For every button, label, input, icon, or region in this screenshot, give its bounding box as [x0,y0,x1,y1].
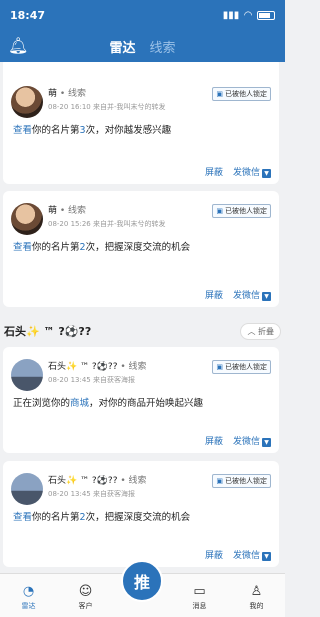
status-icons: ▮▮▮ ◠ [223,10,275,21]
lead-kind: • 线索 [120,476,147,486]
lead-card[interactable]: 石头✨ ™ ?⚽?? • 线索 08-20 13:45 来自获客海报 ▣ 已被他人… [3,461,279,567]
chevron-down-icon[interactable]: ▼ [262,292,271,301]
tabbar-item-profile[interactable]: ♙ 我的 [228,574,285,617]
lead-kind: • 线索 [59,89,87,99]
app-header: 18:47 ▮▮▮ ◠ 🔔︎ 雷达 线索 [0,0,285,62]
user-icon: ♙ [250,584,263,599]
lock-icon: ▣ [216,90,223,98]
locked-badge: ▣ 已被他人锁定 [212,204,271,218]
message-icon: ▭ [193,584,206,599]
collapse-button[interactable]: ︿ 折叠 [240,322,281,340]
send-wechat-button[interactable]: 发微信 ▼ [233,165,271,178]
lock-icon: ▣ [216,207,223,215]
card-actions: 屏蔽 发微信 ▼ [205,288,271,301]
tabbar-item-customers[interactable]: ☺ 客户 [57,574,114,617]
lead-source: 08-20 16:10 来自并-我叫末兮的转发 [48,103,166,111]
chevron-down-icon[interactable]: ▼ [262,438,271,447]
feed[interactable]: 萌 • 线索 08-20 16:10 来自并-我叫末兮的转发 ▣ 已被他人锁定 查… [0,62,285,573]
lead-source: 08-20 15:26 来自并-我叫末兮的转发 [48,220,166,228]
lead-card[interactable]: 萌 • 线索 08-20 15:26 来自并-我叫末兮的转发 ▣ 已被他人锁定 查… [3,191,279,307]
lead-card[interactable]: 萌 • 线索 08-20 16:10 来自并-我叫末兮的转发 ▣ 已被他人锁定 查… [3,62,279,184]
lead-name: 石头✨ ™ ?⚽?? [48,362,118,372]
lead-message: 正在浏览你的商城，对你的商品开始唤起兴趣 [13,398,204,409]
mute-button[interactable]: 屏蔽 [205,288,223,301]
card-actions: 屏蔽 发微信 ▼ [205,548,271,561]
card-header: 萌 • 线索 08-20 16:10 来自并-我叫末兮的转发 ▣ 已被他人锁定 [3,62,279,118]
card-actions: 屏蔽 发微信 ▼ [205,434,271,447]
group-header: 石头✨ ™ ?⚽?? ︿ 折叠 [0,317,285,345]
status-time: 18:47 [10,8,46,22]
avatar[interactable] [11,203,43,235]
lead-name: 萌 [48,206,58,216]
bell-icon[interactable]: 🔔︎ [8,36,28,55]
lead-source: 08-20 13:45 来自获客海报 [48,490,135,498]
send-wechat-button[interactable]: 发微信 ▼ [233,288,271,301]
wifi-icon: ◠ [244,9,252,21]
card-header: 石头✨ ™ ?⚽?? • 线索 08-20 13:45 来自获客海报 ▣ 已被他人… [3,461,279,505]
push-button[interactable]: 推 [121,560,163,602]
customers-icon: ☺ [78,584,93,599]
tabbar-item-messages[interactable]: ▭ 消息 [171,574,228,617]
tabbar-item-radar[interactable]: ◔ 雷达 [0,574,57,617]
send-wechat-button[interactable]: 发微信 ▼ [233,434,271,447]
lead-kind: • 线索 [59,206,87,216]
top-tabs: 🔔︎ 雷达 线索 [0,30,285,62]
send-wechat-button[interactable]: 发微信 ▼ [233,548,271,561]
locked-badge: ▣ 已被他人锁定 [212,474,271,488]
lead-message: 查看你的名片第3次，对你越发感兴趣 [13,125,172,136]
lead-name: 石头✨ ™ ?⚽?? [48,476,118,486]
card-actions: 屏蔽 发微信 ▼ [205,165,271,178]
card-header: 石头✨ ™ ?⚽?? • 线索 08-20 13:45 来自获客海报 ▣ 已被他人… [3,347,279,391]
mute-button[interactable]: 屏蔽 [205,548,223,561]
mute-button[interactable]: 屏蔽 [205,434,223,447]
group-title: 石头✨ ™ ?⚽?? [4,325,92,338]
chevron-down-icon[interactable]: ▼ [262,552,271,561]
lead-name: 萌 [48,89,58,99]
card-header: 萌 • 线索 08-20 15:26 来自并-我叫末兮的转发 ▣ 已被他人锁定 [3,191,279,235]
lead-kind: • 线索 [120,362,147,372]
lead-message: 查看你的名片第2次，把握深度交流的机会 [13,512,191,523]
tab-leads[interactable]: 线索 [143,37,183,56]
locked-badge: ▣ 已被他人锁定 [212,360,271,374]
lead-message: 查看你的名片第2次，把握深度交流的机会 [13,242,191,253]
lock-icon: ▣ [216,363,223,371]
avatar[interactable] [11,86,43,118]
lead-card[interactable]: 石头✨ ™ ?⚽?? • 线索 08-20 13:45 来自获客海报 ▣ 已被他人… [3,347,279,453]
avatar[interactable] [11,473,43,505]
mute-button[interactable]: 屏蔽 [205,165,223,178]
battery-icon [257,10,275,20]
signal-icon: ▮▮▮ [222,9,240,21]
lock-icon: ▣ [216,477,223,485]
lead-source: 08-20 13:45 来自获客海报 [48,376,135,384]
status-bar: 18:47 ▮▮▮ ◠ [0,0,285,30]
avatar[interactable] [11,359,43,391]
radar-icon: ◔ [22,584,35,599]
locked-badge: ▣ 已被他人锁定 [212,87,271,101]
tab-radar[interactable]: 雷达 [102,37,142,56]
chevron-down-icon[interactable]: ▼ [262,169,271,178]
